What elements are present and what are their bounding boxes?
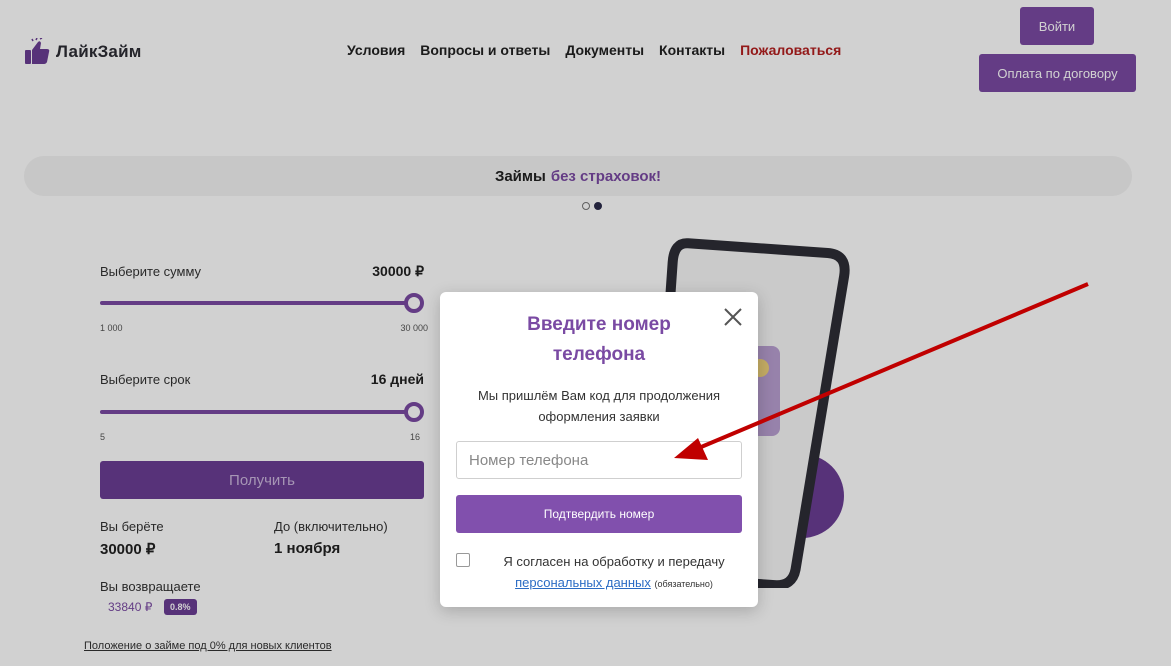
modal-desc-line1: Мы пришлём Вам код для продолжения — [477, 388, 721, 403]
consent-checkbox[interactable] — [456, 553, 470, 567]
personal-data-link[interactable]: персональных данных — [515, 575, 651, 590]
confirm-number-button[interactable]: Подтвердить номер — [456, 495, 742, 533]
phone-modal: Введите номер телефона Мы пришлём Вам ко… — [440, 292, 758, 607]
consent-note: (обязательно) — [654, 579, 713, 589]
modal-desc-line2: оформления заявки — [538, 409, 660, 424]
consent-text: Я согласен на обработку и передачу персо… — [480, 551, 748, 595]
modal-title-line1: Введите номер — [527, 314, 671, 335]
modal-title: Введите номер телефона — [470, 310, 728, 370]
phone-input[interactable] — [456, 441, 742, 479]
consent-line: Я согласен на обработку и передачу — [503, 554, 725, 569]
modal-description: Мы пришлём Вам код для продолжения оформ… — [460, 385, 738, 427]
modal-title-line2: телефона — [552, 344, 646, 365]
